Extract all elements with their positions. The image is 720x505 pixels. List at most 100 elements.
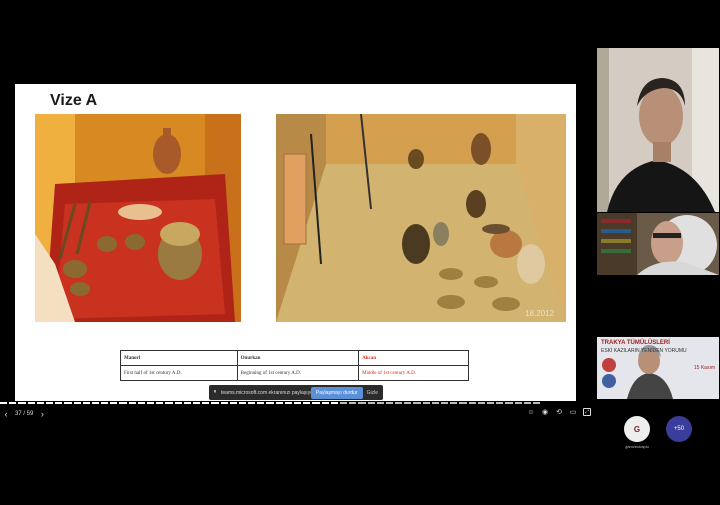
progress-segment[interactable] bbox=[349, 402, 357, 404]
progress-segment[interactable] bbox=[532, 402, 541, 404]
progress-segment[interactable] bbox=[523, 402, 531, 404]
photo-date-stamp: 18.2012 bbox=[525, 309, 554, 318]
table-header-cell: Manorl bbox=[120, 350, 238, 366]
reaction-icon[interactable]: ☺ bbox=[527, 408, 535, 416]
tomb-photo-left-image bbox=[35, 114, 241, 322]
progress-segment[interactable] bbox=[505, 402, 513, 404]
progress-segment[interactable] bbox=[367, 402, 375, 404]
stop-sharing-button[interactable]: Paylaşmayı durdur bbox=[310, 386, 363, 399]
progress-segment[interactable] bbox=[165, 402, 173, 404]
table-header-cell: Akcan bbox=[358, 350, 469, 366]
progress-segment[interactable] bbox=[358, 402, 366, 404]
progress-segment[interactable] bbox=[321, 402, 329, 404]
table-header-cell: Onurkan bbox=[236, 350, 360, 366]
progress-segment[interactable] bbox=[376, 402, 384, 404]
presentation-slide: Vize A 18.2012 Manorl Onurkan Akcan Firs… bbox=[15, 84, 576, 401]
progress-segment[interactable] bbox=[45, 402, 54, 404]
progress-segment[interactable] bbox=[303, 402, 311, 404]
progress-segment[interactable] bbox=[101, 402, 109, 404]
progress-segment[interactable] bbox=[183, 402, 191, 404]
next-slide-icon[interactable]: › bbox=[36, 409, 48, 419]
chat-icon[interactable]: ◉ bbox=[541, 408, 549, 416]
participant-avatar[interactable]: G bbox=[624, 416, 650, 442]
progress-segment[interactable] bbox=[330, 402, 338, 404]
pause-icon[interactable]: ⏸ bbox=[209, 389, 221, 396]
progress-segment[interactable] bbox=[294, 402, 302, 404]
progress-segment[interactable] bbox=[27, 402, 35, 404]
hide-button[interactable]: Gizle bbox=[367, 390, 378, 396]
progress-segment[interactable] bbox=[110, 402, 118, 404]
participant-video-image bbox=[597, 213, 719, 275]
page-indicator: 37 / 59 bbox=[15, 411, 34, 417]
share-message: teams.microsoft.com ekranınızı paylaşıyo… bbox=[221, 389, 311, 396]
poster-title: TRAKYA TÜMÜLÜSLERİ bbox=[601, 340, 670, 346]
progress-segment[interactable] bbox=[192, 402, 201, 404]
progress-segment[interactable] bbox=[284, 402, 292, 404]
progress-segment[interactable] bbox=[238, 402, 247, 404]
progress-segment[interactable] bbox=[422, 402, 430, 404]
progress-segment[interactable] bbox=[468, 402, 476, 404]
progress-segment[interactable] bbox=[477, 402, 485, 404]
progress-segment[interactable] bbox=[156, 402, 164, 404]
progress-segment[interactable] bbox=[55, 402, 63, 404]
progress-segment[interactable] bbox=[128, 402, 136, 404]
progress-segment[interactable] bbox=[395, 402, 403, 404]
progress-segment[interactable] bbox=[312, 402, 320, 404]
sync-icon[interactable]: ⟲ bbox=[555, 408, 563, 416]
more-participants-button[interactable]: +50 bbox=[666, 416, 692, 442]
table-cell: First half of 1st century A.D. bbox=[120, 365, 238, 381]
table-cell: Beginning of 1st century A.D. bbox=[236, 365, 360, 381]
previous-slide-icon[interactable]: ‹ bbox=[0, 409, 12, 419]
table-header-row: Manorl Onurkan Akcan bbox=[120, 350, 469, 366]
progress-segment[interactable] bbox=[174, 402, 182, 404]
poster-subtitle: ESKİ KAZILARIN YENİDEN YORUMU bbox=[601, 348, 687, 354]
progress-segment[interactable] bbox=[229, 402, 237, 404]
progress-segment[interactable] bbox=[275, 402, 283, 404]
progress-segment[interactable] bbox=[64, 402, 72, 404]
progress-segment[interactable] bbox=[413, 402, 421, 404]
progress-segment[interactable] bbox=[257, 402, 265, 404]
dating-table: Manorl Onurkan Akcan First half of 1st c… bbox=[120, 350, 469, 381]
progress-segment[interactable] bbox=[211, 402, 219, 404]
slide-progress-bar[interactable] bbox=[0, 402, 541, 405]
progress-segment[interactable] bbox=[339, 402, 348, 404]
tomb-photo-right-image bbox=[276, 114, 566, 322]
progress-segment[interactable] bbox=[0, 402, 8, 404]
slide-title: Vize A bbox=[50, 92, 98, 109]
video-tile-speaker[interactable] bbox=[597, 48, 719, 212]
progress-segment[interactable] bbox=[459, 402, 467, 404]
progress-segment[interactable] bbox=[441, 402, 449, 404]
progress-segment[interactable] bbox=[18, 402, 26, 404]
slide-controls: ‹ 37 / 59 › ☺ ◉ ⟲ ▭ ⤢ bbox=[0, 406, 595, 422]
progress-segment[interactable] bbox=[73, 402, 81, 404]
poster-date: 15 Kasım bbox=[693, 365, 715, 371]
progress-segment[interactable] bbox=[36, 402, 44, 404]
layout-icon[interactable]: ▭ bbox=[569, 408, 577, 416]
tomb-photo-right: 18.2012 bbox=[276, 114, 566, 322]
fullscreen-icon[interactable]: ⤢ bbox=[583, 408, 591, 416]
progress-segment[interactable] bbox=[9, 402, 17, 404]
progress-segment[interactable] bbox=[486, 402, 495, 404]
progress-segment[interactable] bbox=[496, 402, 504, 404]
video-tile-poster[interactable]: TRAKYA TÜMÜLÜSLERİ ESKİ KAZILARIN YENİDE… bbox=[597, 337, 719, 399]
participant-name: gamzeukaplu bbox=[625, 444, 649, 449]
progress-segment[interactable] bbox=[248, 402, 256, 404]
progress-segment[interactable] bbox=[266, 402, 274, 404]
progress-segment[interactable] bbox=[202, 402, 210, 404]
meeting-stage: Vize A 18.2012 Manorl Onurkan Akcan Firs… bbox=[0, 0, 720, 505]
tomb-photo-left bbox=[35, 114, 241, 322]
progress-segment[interactable] bbox=[82, 402, 90, 404]
progress-segment[interactable] bbox=[147, 402, 155, 404]
progress-segment[interactable] bbox=[404, 402, 412, 404]
progress-segment[interactable] bbox=[91, 402, 100, 404]
control-icons: ☺ ◉ ⟲ ▭ ⤢ bbox=[527, 408, 591, 416]
progress-segment[interactable] bbox=[431, 402, 439, 404]
progress-segment[interactable] bbox=[137, 402, 145, 404]
progress-segment[interactable] bbox=[450, 402, 458, 404]
progress-segment[interactable] bbox=[385, 402, 394, 404]
progress-segment[interactable] bbox=[119, 402, 127, 404]
progress-segment[interactable] bbox=[514, 402, 522, 404]
screen-share-bar: ⏸ teams.microsoft.com ekranınızı paylaşı… bbox=[209, 385, 383, 400]
progress-segment[interactable] bbox=[220, 402, 228, 404]
video-tile-participant[interactable] bbox=[597, 213, 719, 275]
